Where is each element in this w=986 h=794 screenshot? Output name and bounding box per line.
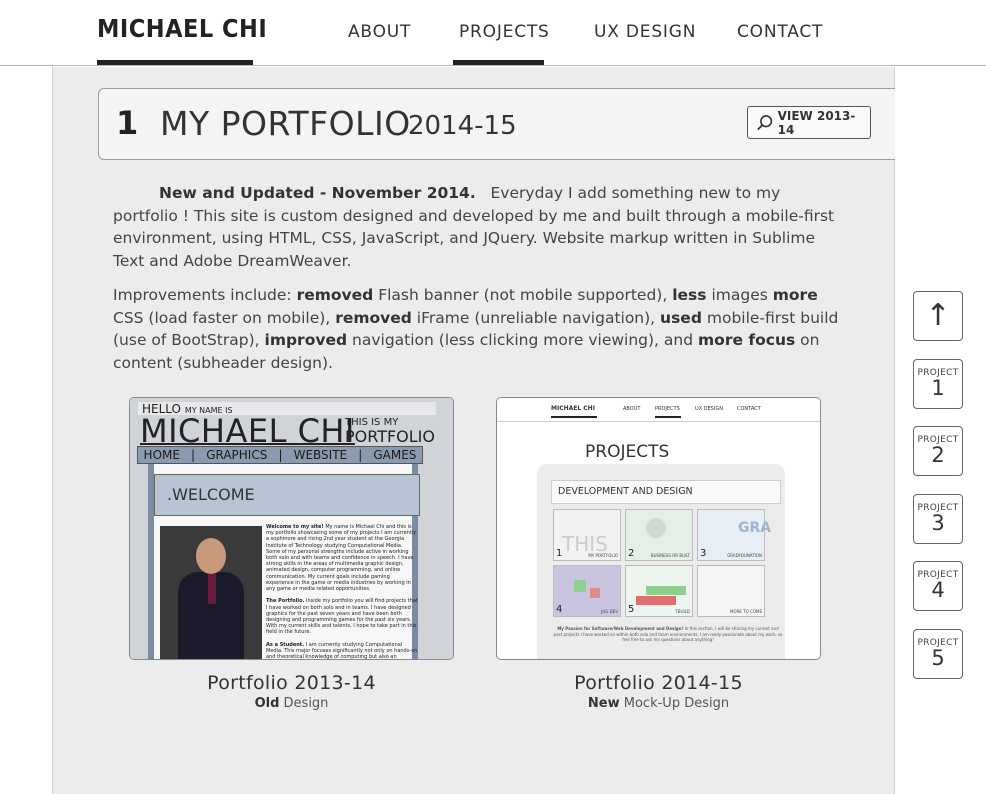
new-nav-about: ABOUT <box>623 406 641 412</box>
project-number: 4 <box>931 578 945 602</box>
new-tile: 5 TBUILD <box>625 565 693 617</box>
new-tile: MORE TO COME <box>697 565 765 617</box>
arrow-up-icon: ↑ <box>925 298 951 333</box>
improvement-text: CSS (load faster on mobile), <box>113 308 331 327</box>
new-footer-text: My Passion for Software/Web Development … <box>553 626 783 642</box>
old-nav-home: HOME <box>143 448 180 462</box>
new-heading: PROJECTS <box>585 442 670 462</box>
new-nav-underline <box>655 416 681 418</box>
view-older-portfolio-button[interactable]: VIEW 2013-14 <box>747 106 871 139</box>
project-number: 2 <box>931 443 945 467</box>
new-tile: GRA 3 GRADYOUNATION <box>697 509 771 561</box>
project-number: 5 <box>931 646 945 670</box>
old-nav-website: WEBSITE <box>293 448 348 462</box>
back-to-top-button[interactable]: ↑ <box>913 291 963 341</box>
improvement-text: iFrame (unreliable navigation), <box>416 308 656 327</box>
project-2-button[interactable]: PROJECT 2 <box>913 426 963 476</box>
old-nav-bar: HOME | GRAPHICS | WEBSITE | GAMES <box>137 446 423 464</box>
section-number: 1 <box>116 104 139 142</box>
project-3-button[interactable]: PROJECT 3 <box>913 494 963 544</box>
new-brand: MICHAEL CHI <box>551 405 595 412</box>
new-tile: 2 BUSINESS OR BUST <box>625 509 693 561</box>
improvement-keyword: used <box>660 308 702 327</box>
portfolio-2014-thumbnail[interactable]: MICHAEL CHI ABOUT PROJECTS UX DESIGN CON… <box>496 397 821 660</box>
improvement-keyword: removed <box>335 308 412 327</box>
old-nav-games: GAMES <box>373 448 417 462</box>
nav-ux-design[interactable]: UX DESIGN <box>594 22 696 42</box>
site-header: MICHAEL CHI ABOUT PROJECTS UX DESIGN CON… <box>0 0 986 66</box>
new-nav-projects: PROJECTS <box>655 406 680 412</box>
new-nav-contact: CONTACT <box>737 406 761 412</box>
improvement-keyword: more <box>772 286 818 304</box>
intro-updated-label: New and Updated - November 2014. <box>159 184 476 202</box>
project-4-button[interactable]: PROJECT 4 <box>913 561 963 611</box>
improvement-keyword: more focus <box>698 331 796 349</box>
caption-2013-subtitle: Old Design <box>254 696 329 711</box>
intro-paragraph: New and Updated - November 2014. Everyda… <box>113 182 843 272</box>
improvement-text: navigation (less clicking more viewing),… <box>352 331 694 349</box>
old-portfolio: PORTFOLIO <box>345 427 435 446</box>
improvement-text: images <box>711 286 768 304</box>
section-title: MY PORTFOLIO <box>160 104 411 143</box>
old-body-text: Welcome to my site! My name is Michael C… <box>266 524 418 660</box>
improvement-keyword: less <box>672 286 707 304</box>
profile-photo <box>160 526 262 659</box>
portfolio-2013-thumbnail[interactable]: HELLO MY NAME IS MICHAEL CHI THIS IS MY … <box>129 397 454 660</box>
brand-underline <box>97 60 253 65</box>
project-5-button[interactable]: PROJECT 5 <box>913 629 963 679</box>
new-subheader: DEVELOPMENT AND DESIGN <box>551 480 781 504</box>
new-brand-underline <box>551 416 597 418</box>
old-welcome-banner: .WELCOME <box>154 474 420 516</box>
improvement-keyword: removed <box>296 286 374 304</box>
new-tile: 4 JUG DEV <box>553 565 621 617</box>
old-name: MICHAEL CHI <box>140 412 355 450</box>
search-icon <box>757 114 773 130</box>
improvement-keyword: improved <box>264 331 348 349</box>
project-number: 1 <box>931 376 945 400</box>
section-year: 2014-15 <box>408 111 517 141</box>
new-tile: THIS 1 MY PORTFOLIO <box>553 509 621 561</box>
caption-2014-title: Portfolio 2014-15 <box>574 672 743 694</box>
improvements-paragraph: Improvements include: removed Flash bann… <box>113 284 843 374</box>
nav-contact[interactable]: CONTACT <box>737 22 823 42</box>
improvement-text: Flash banner (not mobile supported), <box>378 286 668 304</box>
brand-logo[interactable]: MICHAEL CHI <box>97 14 267 43</box>
project-number: 3 <box>931 511 945 535</box>
old-nav-graphics: GRAPHICS <box>206 448 268 462</box>
caption-2013-title: Portfolio 2013-14 <box>207 672 376 694</box>
new-nav-bar: MICHAEL CHI ABOUT PROJECTS UX DESIGN CON… <box>497 398 820 422</box>
new-nav-ux: UX DESIGN <box>695 406 723 412</box>
nav-active-indicator <box>453 60 544 65</box>
view-older-portfolio-label: VIEW 2013-14 <box>777 108 856 137</box>
project-1-button[interactable]: PROJECT 1 <box>913 359 963 409</box>
improvements-lead: Improvements include: <box>113 286 292 304</box>
nav-projects[interactable]: PROJECTS <box>459 22 550 42</box>
nav-about[interactable]: ABOUT <box>348 22 411 42</box>
caption-2014-subtitle: New Mock-Up Design <box>587 696 730 711</box>
